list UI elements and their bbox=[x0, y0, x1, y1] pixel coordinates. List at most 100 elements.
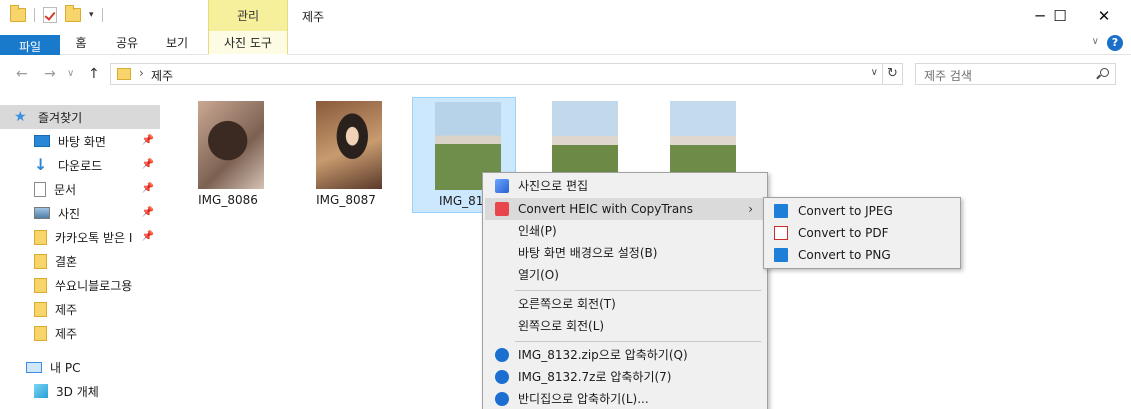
photo-thumbnail bbox=[198, 101, 264, 189]
sidebar-item-label: 즐겨찾기 bbox=[38, 110, 83, 125]
sidebar-item-label: 바탕 화면 bbox=[58, 134, 106, 149]
menu-item-compress-zip[interactable]: IMG_8132.zip으로 압축하기(Q) bbox=[485, 344, 765, 366]
jpeg-image-icon bbox=[774, 204, 788, 218]
star-icon: ★ bbox=[14, 109, 27, 125]
png-image-icon bbox=[774, 248, 788, 262]
pin-icon: 📌 bbox=[141, 207, 154, 218]
menu-item-label: Convert to PNG bbox=[798, 248, 891, 262]
expand-ribbon-icon[interactable]: ∨ bbox=[1092, 36, 1099, 47]
desktop-icon bbox=[34, 135, 50, 147]
sidebar-item-desktop[interactable]: 바탕 화면 📌 bbox=[0, 129, 160, 153]
pin-icon: 📌 bbox=[141, 183, 154, 194]
menu-item-compress-bandizip[interactable]: 반디집으로 압축하기(L)... bbox=[485, 388, 765, 409]
menu-item-label: 열기(O) bbox=[518, 268, 559, 282]
tab-home[interactable]: 홈 bbox=[68, 31, 94, 55]
search-icon bbox=[1100, 68, 1109, 77]
sidebar-item-blog[interactable]: 쑤요니블로그용 bbox=[0, 273, 160, 297]
bandizip-icon bbox=[495, 392, 509, 406]
menu-separator bbox=[515, 341, 761, 342]
file-name: IMG_8086 bbox=[198, 193, 258, 207]
recent-locations-chevron-icon[interactable]: ∨ bbox=[67, 68, 74, 79]
folder-icon bbox=[34, 325, 47, 341]
cube-icon bbox=[34, 384, 48, 398]
menu-item-label: 바탕 화면 배경으로 설정(B) bbox=[518, 246, 658, 260]
copytrans-heic-icon bbox=[495, 202, 509, 216]
sidebar-item-kakaotalk[interactable]: 카카오톡 받은 I 📌 bbox=[0, 225, 160, 249]
menu-item-label: Convert to JPEG bbox=[798, 204, 893, 218]
folder-icon bbox=[34, 229, 47, 245]
toolbar-divider bbox=[34, 8, 35, 22]
sidebar-item-quick-access[interactable]: ★ 즐겨찾기 bbox=[0, 105, 160, 129]
pin-icon: 📌 bbox=[141, 231, 154, 242]
convert-submenu: Convert to JPEG Convert to PDF Convert t… bbox=[763, 197, 961, 269]
close-button[interactable]: ✕ bbox=[1081, 0, 1127, 31]
sidebar-item-pictures[interactable]: 사진 📌 bbox=[0, 201, 160, 225]
address-dropdown-icon[interactable]: ∨ bbox=[871, 67, 878, 78]
pin-icon: 📌 bbox=[141, 159, 154, 170]
menu-item-label: 반디집으로 압축하기(L)... bbox=[518, 392, 649, 406]
folder-icon bbox=[34, 253, 47, 269]
new-folder-icon[interactable] bbox=[65, 5, 81, 22]
sidebar-item-label: 내 PC bbox=[50, 360, 81, 375]
sidebar-item-wedding[interactable]: 결혼 bbox=[0, 249, 160, 273]
search-input[interactable]: 제주 검색 bbox=[915, 63, 1116, 85]
menu-item-label: IMG_8132.7z로 압축하기(7) bbox=[518, 370, 672, 384]
context-menu: 사진으로 편집 Convert HEIC with CopyTrans › 인쇄… bbox=[482, 172, 768, 409]
sidebar-item-jeju-2[interactable]: 제주 bbox=[0, 321, 160, 345]
menu-item-label: 왼쪽으로 회전(L) bbox=[518, 319, 605, 333]
address-bar[interactable]: › 제주 ∨ bbox=[110, 63, 883, 85]
menu-item-rotate-right[interactable]: 오른쪽으로 회전(T) bbox=[485, 293, 765, 315]
folder-icon bbox=[34, 301, 47, 317]
back-arrow-icon[interactable]: ← bbox=[16, 66, 28, 82]
bandizip-icon bbox=[495, 370, 509, 384]
breadcrumb-separator-icon[interactable]: › bbox=[139, 66, 144, 80]
menu-item-set-desktop-background[interactable]: 바탕 화면 배경으로 설정(B) bbox=[485, 242, 765, 264]
menu-item-label: Convert to PDF bbox=[798, 226, 889, 240]
sidebar-item-this-pc[interactable]: 내 PC bbox=[0, 355, 160, 379]
tab-picture-tools[interactable]: 사진 도구 bbox=[208, 31, 288, 55]
refresh-icon[interactable]: ↻ bbox=[883, 63, 903, 85]
photo-thumbnail bbox=[316, 101, 382, 189]
sidebar-item-label: 쑤요니블로그용 bbox=[55, 278, 133, 293]
file-item[interactable]: IMG_8086 bbox=[176, 97, 280, 213]
context-tab-header: 관리 bbox=[208, 0, 288, 31]
title-bar: ▾ 관리 제주 ─ ☐ ✕ bbox=[0, 0, 1131, 31]
help-icon[interactable]: ? bbox=[1107, 35, 1123, 51]
sidebar-item-jeju-1[interactable]: 제주 bbox=[0, 297, 160, 321]
maximize-button[interactable]: ☐ bbox=[1037, 0, 1083, 31]
menu-item-label: Convert HEIC with CopyTrans bbox=[518, 202, 694, 216]
menu-item-open[interactable]: 열기(O) bbox=[485, 264, 765, 286]
tab-share[interactable]: 공유 bbox=[110, 31, 144, 55]
forward-arrow-icon[interactable]: → bbox=[44, 66, 56, 82]
menu-item-print[interactable]: 인쇄(P) bbox=[485, 220, 765, 242]
sidebar-item-downloads[interactable]: ↓ 다운로드 📌 bbox=[0, 153, 160, 177]
menu-item-convert-heic[interactable]: Convert HEIC with CopyTrans › bbox=[485, 198, 765, 220]
sidebar-item-3d-objects[interactable]: 3D 개체 bbox=[0, 379, 160, 403]
properties-icon[interactable] bbox=[43, 7, 57, 23]
sidebar-item-label: 결혼 bbox=[55, 254, 78, 269]
menu-item-compress-7z[interactable]: IMG_8132.7z로 압축하기(7) bbox=[485, 366, 765, 388]
submenu-item-convert-png[interactable]: Convert to PNG bbox=[766, 244, 958, 266]
submenu-item-convert-pdf[interactable]: Convert to PDF bbox=[766, 222, 958, 244]
bandizip-icon bbox=[495, 348, 509, 362]
search-placeholder: 제주 검색 bbox=[924, 69, 972, 83]
sidebar-item-label: 문서 bbox=[54, 182, 77, 197]
sidebar-item-documents[interactable]: 문서 📌 bbox=[0, 177, 160, 201]
up-arrow-icon[interactable]: ↑ bbox=[88, 66, 100, 82]
file-name: IMG_8087 bbox=[316, 193, 376, 207]
folder-icon[interactable] bbox=[10, 5, 26, 22]
file-item[interactable]: IMG_8087 bbox=[294, 97, 398, 213]
menu-item-edit-with-photos[interactable]: 사진으로 편집 bbox=[485, 175, 765, 197]
menu-item-label: IMG_8132.zip으로 압축하기(Q) bbox=[518, 348, 688, 362]
navigation-bar: ← → ∨ ↑ › 제주 ∨ ↻ 제주 검색 bbox=[0, 55, 1131, 93]
submenu-item-convert-jpeg[interactable]: Convert to JPEG bbox=[766, 200, 958, 222]
breadcrumb-current[interactable]: 제주 bbox=[151, 67, 173, 84]
file-explorer-window: ▾ 관리 제주 ─ ☐ ✕ 파일 홈 공유 보기 사진 도구 ∨ ? ← → ∨… bbox=[0, 0, 1131, 409]
folder-icon bbox=[34, 277, 47, 293]
tab-view[interactable]: 보기 bbox=[160, 31, 194, 55]
navigation-pane: ★ 즐겨찾기 바탕 화면 📌 ↓ 다운로드 📌 문서 📌 사진 📌 카카오톡 받… bbox=[0, 93, 162, 409]
customize-toolbar-arrow-icon[interactable]: ▾ bbox=[89, 10, 94, 20]
toolbar-divider bbox=[101, 8, 103, 22]
menu-item-rotate-left[interactable]: 왼쪽으로 회전(L) bbox=[485, 315, 765, 337]
menu-item-label: 인쇄(P) bbox=[518, 224, 557, 238]
